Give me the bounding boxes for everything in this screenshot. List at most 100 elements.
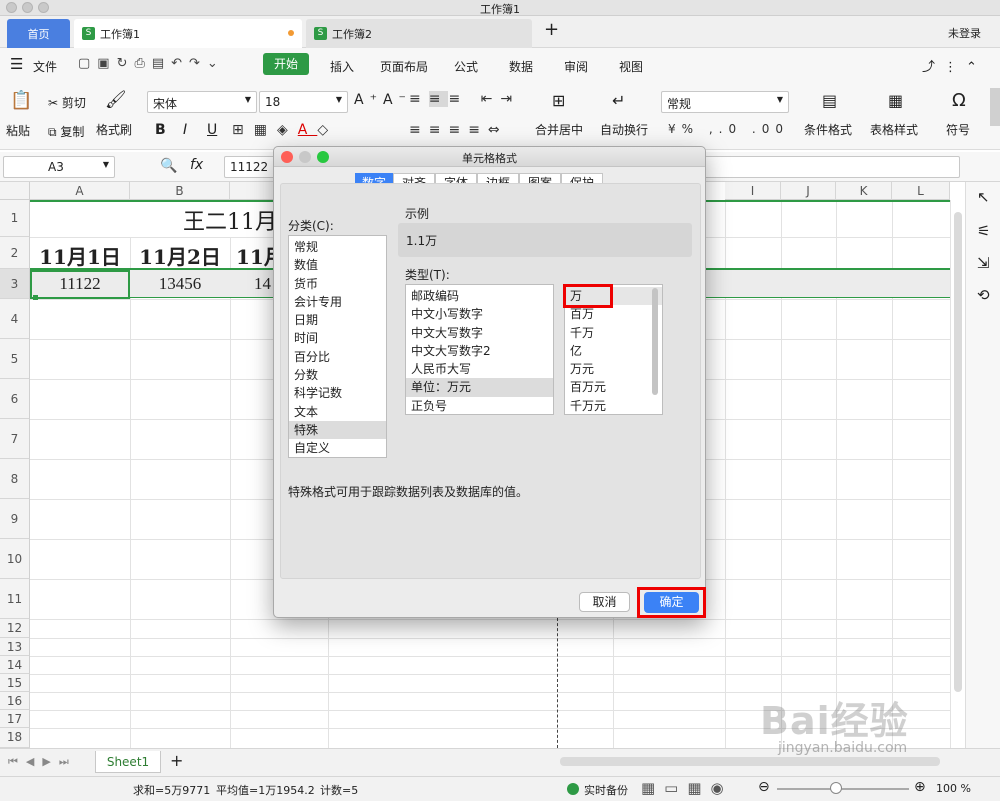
history-icon[interactable]: ⟲: [977, 286, 990, 304]
number-format-select[interactable]: 常规 ▼: [661, 91, 789, 113]
cursor-icon[interactable]: ↖: [977, 188, 990, 206]
unit-item[interactable]: 千万: [565, 324, 662, 342]
zoom-slider-thumb[interactable]: [830, 782, 842, 794]
share-icon[interactable]: ⇲: [977, 254, 990, 272]
sheet-tab-sheet1[interactable]: Sheet1: [95, 751, 161, 773]
category-list[interactable]: 常规 数值 货币 会计专用 日期 时间 百分比 分数 科学记数 文本 特殊 自定…: [288, 235, 387, 458]
format-painter-button[interactable]: 格式刷: [96, 121, 132, 138]
cancel-button[interactable]: 取消: [579, 592, 630, 612]
date-cell[interactable]: 11月1日: [30, 241, 130, 270]
fill-handle[interactable]: [33, 295, 38, 300]
row-header-12[interactable]: 12: [0, 619, 30, 638]
border-fill-color-icons[interactable]: ⊞▦◈A◇: [232, 122, 338, 138]
row-header-15[interactable]: 15: [0, 674, 30, 692]
row-header-10[interactable]: 10: [0, 539, 30, 579]
unit-list-scrollbar[interactable]: [652, 288, 658, 395]
category-item[interactable]: 自定义: [289, 439, 386, 457]
settings-sliders-icon[interactable]: ⚟: [977, 222, 990, 240]
zoom-out-icon[interactable]: ⊖: [758, 779, 770, 795]
column-header-i[interactable]: I: [725, 182, 781, 200]
add-sheet-button[interactable]: +: [170, 751, 183, 770]
table-style-button[interactable]: 表格样式: [870, 121, 918, 138]
sheet-nav-arrows-icon[interactable]: ⏮◀▶⏭: [8, 755, 77, 769]
menu-data[interactable]: 数据: [509, 58, 533, 75]
column-header-b[interactable]: B: [130, 182, 230, 200]
menu-view[interactable]: 视图: [619, 58, 643, 75]
name-box[interactable]: A3 ▼: [3, 156, 115, 178]
view-mode-icons[interactable]: ▦▭▦◉: [641, 779, 733, 797]
function-button[interactable]: fx: [190, 157, 203, 173]
quick-access-icons[interactable]: ▢▣↻⎙▤↶↷⌄: [78, 56, 225, 71]
unit-item[interactable]: 百万元: [565, 378, 662, 396]
underline-button[interactable]: U: [207, 122, 217, 138]
type-item[interactable]: 中文大写数字2: [406, 342, 553, 360]
category-item[interactable]: 会计专用: [289, 293, 386, 311]
category-item[interactable]: 日期: [289, 311, 386, 329]
row-header-2[interactable]: 2: [0, 237, 30, 269]
category-item[interactable]: 文本: [289, 403, 386, 421]
row-header-14[interactable]: 14: [0, 656, 30, 674]
italic-button[interactable]: I: [183, 122, 187, 138]
horizontal-align-icons[interactable]: ≡≡≡≡⇔: [409, 122, 508, 138]
row-header-8[interactable]: 8: [0, 459, 30, 499]
value-cell[interactable]: 13456: [130, 274, 230, 294]
column-header-l[interactable]: L: [892, 182, 950, 200]
zoom-slider[interactable]: [777, 788, 909, 790]
type-item[interactable]: 中文大写数字: [406, 324, 553, 342]
realtime-backup-button[interactable]: 实时备份: [584, 782, 628, 798]
bold-button[interactable]: B: [155, 122, 166, 138]
category-item[interactable]: 数值: [289, 256, 386, 274]
cut-button[interactable]: ✂ 剪切: [48, 94, 86, 111]
tab-home[interactable]: 首页: [7, 19, 70, 48]
category-item[interactable]: 货币: [289, 275, 386, 293]
menu-formula[interactable]: 公式: [454, 58, 478, 75]
login-link[interactable]: 未登录: [948, 25, 981, 41]
wrap-text-button[interactable]: 自动换行: [600, 121, 648, 138]
column-header-k[interactable]: K: [836, 182, 892, 200]
menu-review[interactable]: 审阅: [564, 58, 588, 75]
category-item[interactable]: 分数: [289, 366, 386, 384]
select-all-corner[interactable]: [0, 182, 30, 200]
zoom-in-icon[interactable]: ⊕: [914, 779, 926, 795]
merge-center-button[interactable]: 合并居中: [535, 121, 583, 138]
font-size-select[interactable]: 18 ▼: [259, 91, 348, 113]
font-size-grow-shrink-icons[interactable]: A⁺A⁻: [354, 92, 412, 108]
vertical-scrollbar[interactable]: [954, 212, 962, 692]
menu-insert[interactable]: 插入: [330, 58, 354, 75]
menu-file[interactable]: 文件: [33, 58, 57, 75]
font-family-select[interactable]: 宋体 ▼: [147, 91, 257, 113]
date-cell[interactable]: 11月2日: [130, 241, 230, 270]
row-header-13[interactable]: 13: [0, 638, 30, 656]
new-tab-button[interactable]: +: [544, 19, 559, 40]
unit-item[interactable]: 万元: [565, 360, 662, 378]
value-cell[interactable]: 11122: [30, 274, 130, 294]
unit-item[interactable]: 百万: [565, 305, 662, 323]
type-item[interactable]: 人民币大写: [406, 360, 553, 378]
row-header-7[interactable]: 7: [0, 419, 30, 459]
row-header-4[interactable]: 4: [0, 299, 30, 339]
row-header-17[interactable]: 17: [0, 710, 30, 728]
type-item[interactable]: 正负号: [406, 397, 553, 415]
ok-button[interactable]: 确定: [644, 592, 699, 613]
share-more-icons[interactable]: ⤴⋮⌃: [922, 56, 986, 75]
horizontal-scrollbar[interactable]: [560, 757, 940, 766]
row-header-5[interactable]: 5: [0, 339, 30, 379]
type-item[interactable]: 中文小写数字: [406, 305, 553, 323]
vertical-align-icons[interactable]: ≡≡≡ ⇤⇥: [409, 91, 520, 107]
type-list[interactable]: 邮政编码 中文小写数字 中文大写数字 中文大写数字2 人民币大写 单位：万元 正…: [405, 284, 554, 415]
paste-button[interactable]: 粘贴: [6, 122, 30, 139]
menu-home-active[interactable]: 开始: [263, 53, 309, 75]
category-item[interactable]: 科学记数: [289, 384, 386, 402]
symbol-button[interactable]: 符号: [946, 121, 970, 138]
tab-workbook1[interactable]: S 工作簿1: [74, 19, 302, 48]
row-header-18[interactable]: 18: [0, 728, 30, 748]
row-header-1[interactable]: 1: [0, 200, 30, 237]
unit-item[interactable]: 亿: [565, 342, 662, 360]
type-item-selected[interactable]: 单位：万元: [406, 378, 553, 397]
column-header-a[interactable]: A: [30, 182, 130, 200]
menu-page-layout[interactable]: 页面布局: [380, 58, 428, 75]
menu-icon[interactable]: ☰: [10, 55, 23, 73]
copy-button[interactable]: ⧉ 复制: [48, 123, 84, 140]
unit-item[interactable]: 千万元: [565, 397, 662, 415]
type-item[interactable]: 邮政编码: [406, 287, 553, 305]
